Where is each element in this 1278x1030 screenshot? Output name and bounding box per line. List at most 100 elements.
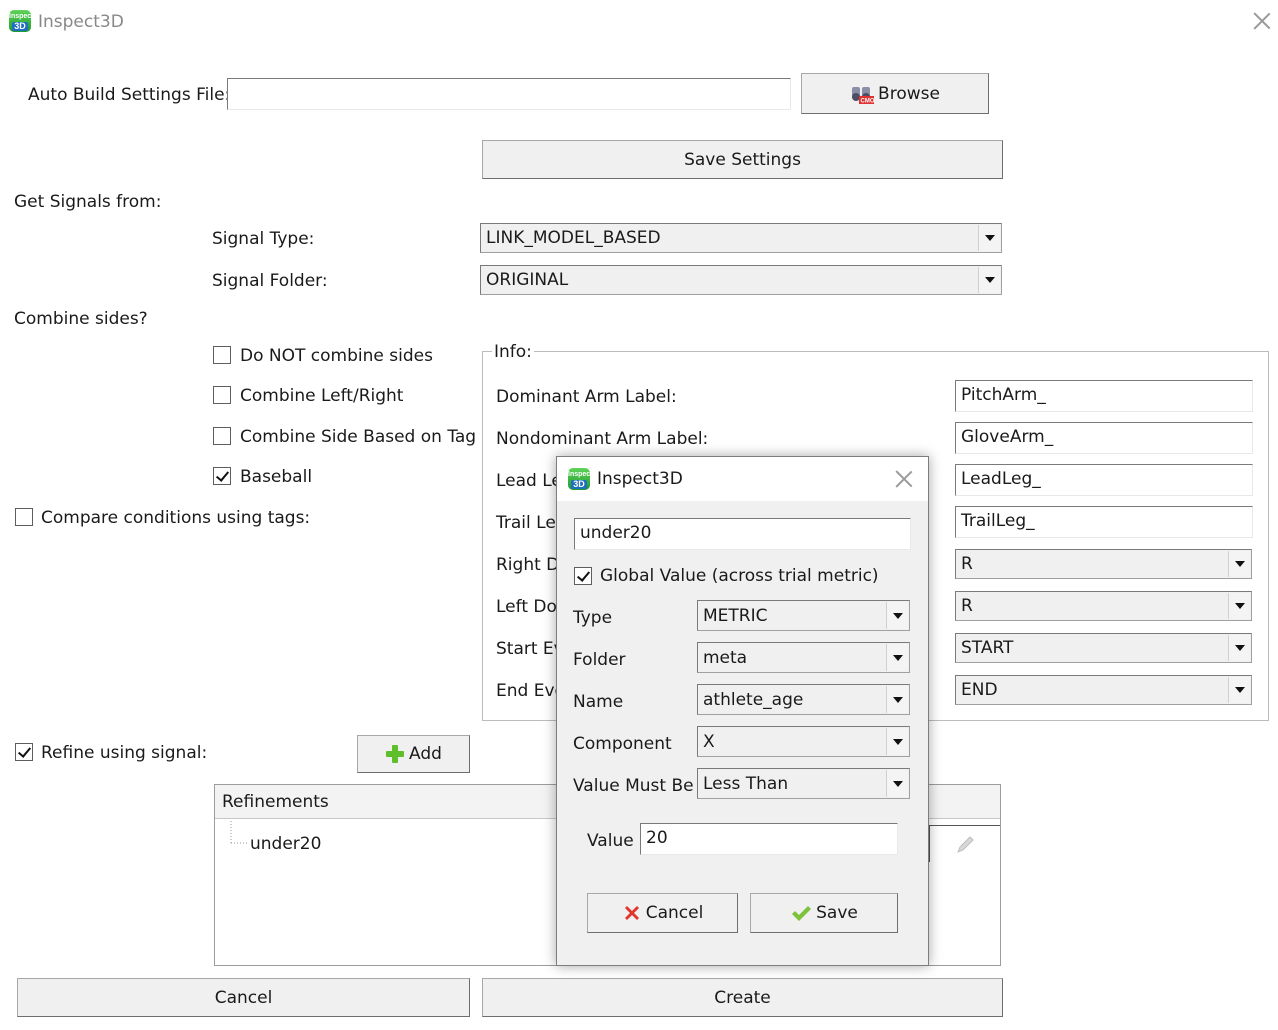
right-dominant-select[interactable]: R [955,549,1252,579]
tree-connector-icon [230,821,249,844]
value-must-be-select[interactable]: Less Than [697,768,910,799]
auto-build-label: Auto Build Settings File: [28,85,231,105]
trail-leg-input[interactable]: TrailLeg_ [955,506,1253,538]
signal-folder-select[interactable]: ORIGINAL [480,265,1002,295]
save-settings-button[interactable]: Save Settings [482,140,1003,179]
dialog-save-label: Save [816,903,858,923]
add-label: Add [409,744,442,764]
start-event-select[interactable]: START [955,633,1252,663]
dialog-save-button[interactable]: Save [750,893,898,933]
signal-type-select[interactable]: LINK_MODEL_BASED [480,223,1002,253]
compare-conditions-label: Compare conditions using tags: [41,508,311,528]
compare-conditions-checkbox[interactable] [15,508,33,526]
value-label: Value [587,831,634,851]
dialog-close-icon[interactable] [893,468,915,490]
app-logo-3d: 3D [571,480,587,489]
app-logo-icon: Inspect 3D [568,468,593,490]
info-row-label: Start Ev [496,639,564,659]
end-event-value: END [961,680,998,700]
window-title: Inspect3D [38,12,124,32]
lead-leg-input[interactable]: LeadLeg_ [955,464,1253,496]
chevron-down-icon[interactable] [886,644,908,671]
info-row-label: Right D [496,555,560,575]
chevron-down-icon[interactable] [1228,635,1250,661]
nondominant-arm-input[interactable]: GloveArm_ [955,422,1253,454]
component-select[interactable]: X [697,726,910,757]
component-label: Component [573,734,672,754]
refinement-dialog: Inspect 3D Inspect3D under20 Global Valu… [556,456,929,966]
info-row-label: Dominant Arm Label: [496,387,677,407]
info-title: Info: [492,342,534,362]
save-settings-label: Save Settings [684,149,801,170]
value-must-be-label: Value Must Be [573,776,694,796]
dominant-arm-input[interactable]: PitchArm_ [955,380,1253,412]
do-not-combine-checkbox[interactable] [213,346,231,364]
baseball-checkbox[interactable] [213,467,231,485]
info-row-label: End Eve [496,681,565,701]
svg-text:CMO: CMO [861,98,875,104]
chevron-down-icon[interactable] [1228,551,1250,577]
type-select[interactable]: METRIC [697,600,910,631]
chevron-down-icon[interactable] [978,225,1000,251]
green-check-icon [792,906,812,921]
left-dominant-value: R [961,596,973,616]
browse-button[interactable]: CMO Browse [801,73,989,114]
folder-value: meta [703,647,748,668]
end-event-select[interactable]: END [955,675,1252,705]
name-label: Name [573,692,624,712]
dialog-title: Inspect3D [597,469,683,489]
name-value: athlete_age [703,689,804,710]
binoculars-icon: CMO [852,86,875,104]
name-select[interactable]: athlete_age [697,684,910,715]
tree-item[interactable]: under20 [250,834,321,854]
app-logo-text: Inspect [9,13,34,20]
cancel-label: Cancel [214,987,273,1008]
folder-label: Folder [573,650,626,670]
create-label: Create [714,987,771,1008]
create-button[interactable]: Create [482,978,1003,1017]
left-dominant-select[interactable]: R [955,591,1252,621]
signal-folder-label: Signal Folder: [212,271,328,291]
signal-type-value: LINK_MODEL_BASED [486,228,661,248]
window-close-icon[interactable] [1251,10,1273,32]
signal-type-label: Signal Type: [212,229,315,249]
info-row-label: Nondominant Arm Label: [496,429,709,449]
refine-signal-label: Refine using signal: [41,743,208,763]
red-x-icon [624,906,639,920]
dialog-cancel-button[interactable]: Cancel [587,893,738,933]
chevron-down-icon[interactable] [1228,677,1250,703]
baseball-label: Baseball [240,467,313,487]
info-row-label: Left Dor [496,597,564,617]
refinement-name-input[interactable]: under20 [574,518,911,550]
chevron-down-icon[interactable] [978,267,1000,293]
chevron-down-icon[interactable] [886,728,908,755]
chevron-down-icon[interactable] [1228,593,1250,619]
edit-refinement-button[interactable] [929,825,1000,862]
global-value-checkbox[interactable] [574,567,592,585]
do-not-combine-label: Do NOT combine sides [240,346,433,366]
combine-sides-heading: Combine sides? [14,309,148,329]
chevron-down-icon[interactable] [886,686,908,713]
refine-signal-checkbox[interactable] [15,743,33,761]
component-value: X [703,731,715,752]
add-refinement-button[interactable]: Add [357,735,470,773]
browse-label: Browse [878,83,940,104]
right-dominant-value: R [961,554,973,574]
start-event-value: START [961,638,1014,658]
combine-side-tag-checkbox[interactable] [213,427,231,445]
combine-left-right-checkbox[interactable] [213,386,231,404]
chevron-down-icon[interactable] [886,770,908,797]
chevron-down-icon[interactable] [886,602,908,629]
get-signals-heading: Get Signals from: [14,192,162,212]
app-logo-text: Inspect [568,471,593,478]
type-value: METRIC [703,605,768,626]
value-input[interactable]: 20 [640,823,898,855]
combine-left-right-label: Combine Left/Right [240,386,404,406]
global-value-label: Global Value (across trial metric) [600,566,879,586]
cancel-button[interactable]: Cancel [17,978,470,1017]
auto-build-file-input[interactable] [227,78,791,110]
folder-select[interactable]: meta [697,642,910,673]
value-must-be-value: Less Than [703,773,789,794]
app-logo-3d: 3D [12,22,28,31]
type-label: Type [573,608,613,628]
